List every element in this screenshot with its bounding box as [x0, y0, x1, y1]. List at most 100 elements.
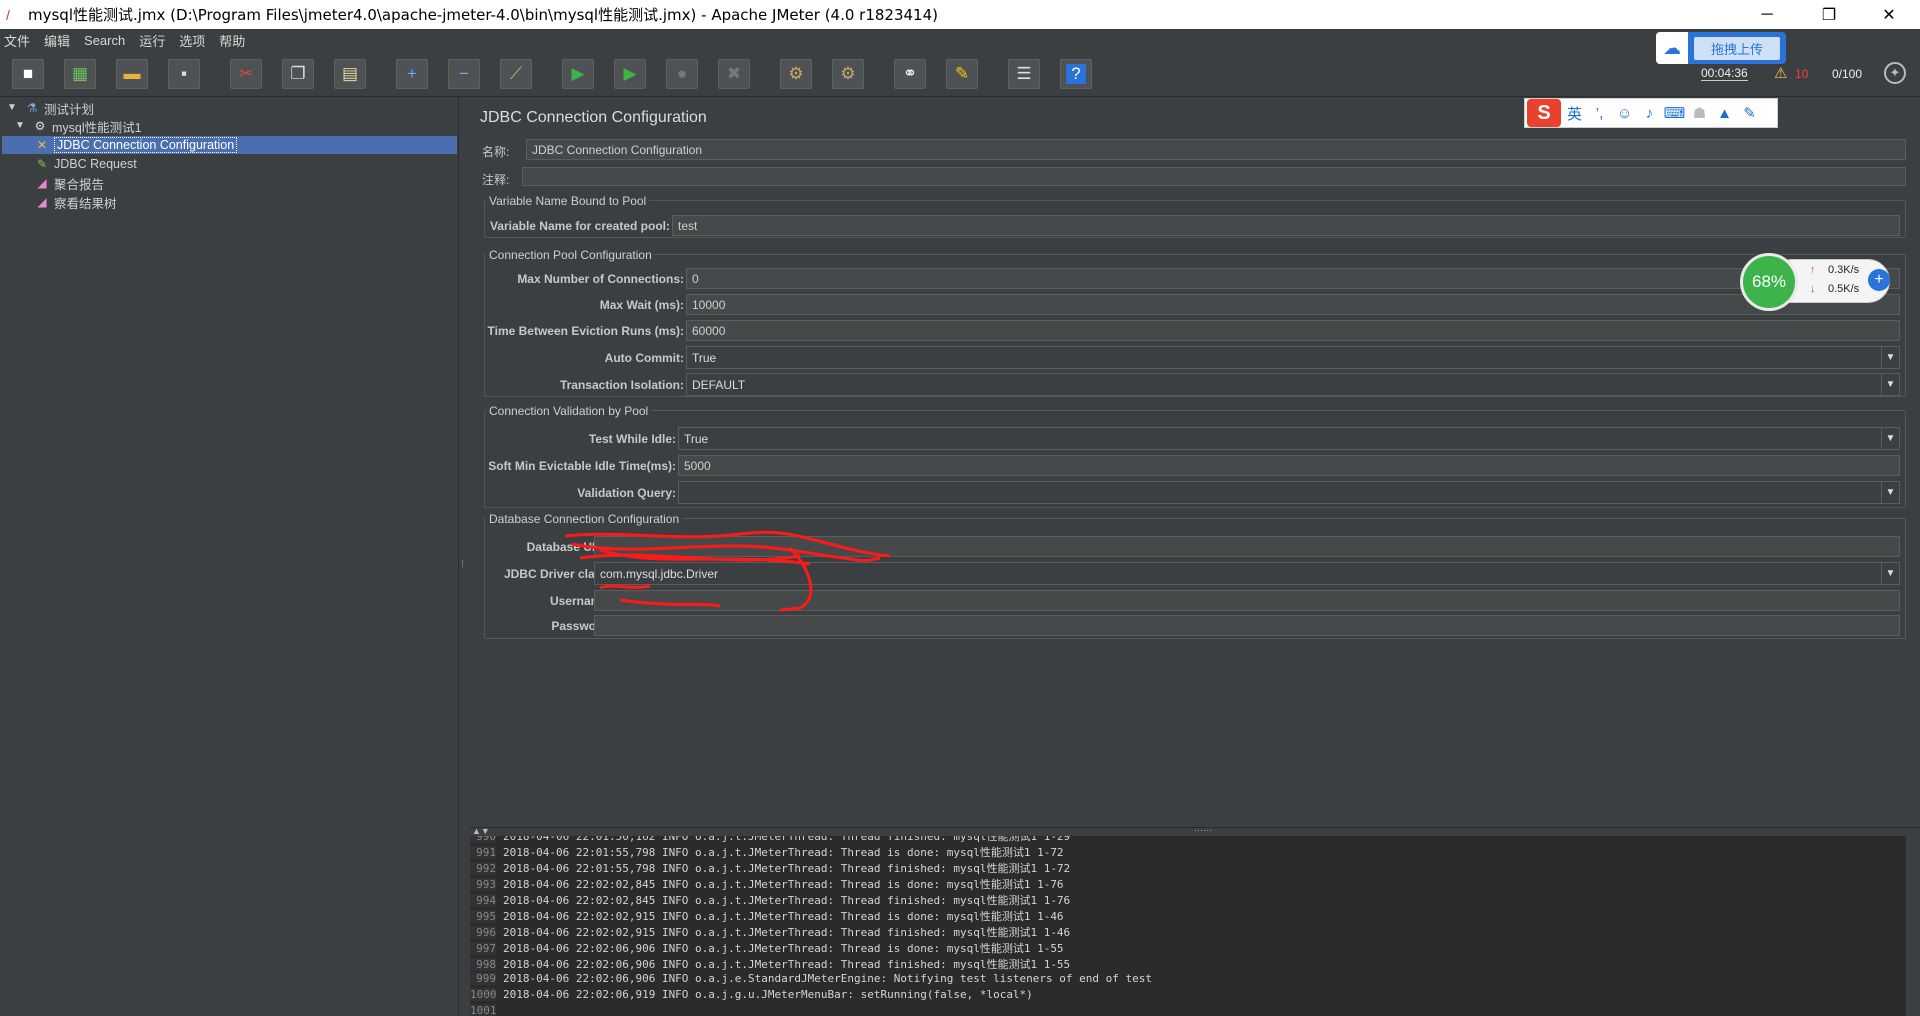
cpu-usage-ball[interactable]: 68%: [1740, 253, 1798, 311]
templates-button[interactable]: ▦: [64, 59, 96, 89]
splitter-grip-icon[interactable]: ⋯⋯: [1194, 825, 1212, 836]
copy-button[interactable]: ❐: [282, 59, 314, 89]
tree-item-test-plan[interactable]: ▼ ⚗ 测试计划: [4, 99, 94, 117]
horizontal-splitter[interactable]: ▲▼ ⋯⋯: [470, 825, 1920, 836]
collapse-all-button[interactable]: −: [448, 59, 480, 89]
reset-search-button[interactable]: ✎: [946, 59, 978, 89]
auto-commit-value: True: [692, 351, 717, 365]
sogou-logo-icon[interactable]: S: [1527, 99, 1561, 127]
validation-query-select[interactable]: ▼: [678, 481, 1900, 504]
start-no-pauses-button[interactable]: ▶: [614, 59, 646, 89]
punctuation-icon[interactable]: ’,: [1588, 105, 1611, 122]
username-input[interactable]: [594, 590, 1900, 611]
tree-item-view-results-tree[interactable]: ◢ 察看结果树: [34, 193, 116, 211]
help-icon: ?: [1066, 64, 1086, 84]
log-panel[interactable]: 990 2018-04-06 22:01:50,162 INFO o.a.j.t.…: [470, 836, 1905, 1016]
ime-mode[interactable]: 英: [1563, 103, 1586, 124]
menu-help[interactable]: 帮助: [219, 31, 245, 50]
log-line-text: 2018-04-06 22:01:55,798 INFO o.a.j.t.JMe…: [503, 862, 1071, 875]
transaction-isolation-select[interactable]: DEFAULT ▼: [686, 373, 1900, 396]
cut-button[interactable]: ✂: [230, 59, 262, 89]
pool-variable-input[interactable]: test: [672, 215, 1900, 236]
copy-icon: ❐: [290, 64, 306, 83]
collapse-arrow-icon[interactable]: ▼: [12, 118, 28, 134]
tree-item-aggregate-report[interactable]: ◢ 聚合报告: [34, 174, 104, 192]
log-line-number: 999: [470, 972, 496, 985]
function-helper-button[interactable]: ☰: [1008, 59, 1040, 89]
net-speed-widget[interactable]: 68% ↑ 0.3K/s ↓ 0.5K/s +: [1740, 253, 1896, 311]
password-input[interactable]: [594, 615, 1900, 636]
name-input[interactable]: JDBC Connection Configuration: [526, 139, 1906, 160]
dropdown-arrow-icon[interactable]: ▼: [1881, 428, 1899, 449]
log-scrollbar[interactable]: [1905, 836, 1920, 1016]
shutdown-button[interactable]: ✖: [718, 59, 750, 89]
soft-min-idle-input[interactable]: 5000: [678, 455, 1900, 476]
vertical-splitter[interactable]: ⁝: [459, 97, 470, 1016]
help-button[interactable]: ?: [1060, 59, 1092, 89]
comment-input[interactable]: [522, 167, 1906, 186]
restore-button[interactable]: ❐: [1806, 0, 1852, 29]
splitter-grip-icon[interactable]: ⁝: [461, 559, 464, 570]
expand-all-button[interactable]: +: [396, 59, 428, 89]
database-url-input[interactable]: [594, 536, 1900, 557]
auto-commit-select[interactable]: True ▼: [686, 346, 1900, 369]
max-wait-input[interactable]: 10000: [686, 294, 1900, 315]
stop-button[interactable]: ●: [666, 59, 698, 89]
test-while-idle-select[interactable]: True ▼: [678, 427, 1900, 450]
log-line-text: 2018-04-06 22:01:55,798 INFO o.a.j.t.JMe…: [503, 846, 1064, 859]
jdbc-driver-select[interactable]: com.mysql.jdbc.Driver ▼: [594, 562, 1900, 585]
dropdown-arrow-icon[interactable]: ▼: [1881, 482, 1899, 503]
voice-icon[interactable]: ♪: [1638, 105, 1661, 122]
pool-variable-label: Variable Name for created pool:: [489, 219, 670, 233]
menu-options[interactable]: 选项: [179, 31, 205, 50]
toolbar: ■ ▦ ▬ ▪ ✂ ❐ ▤ + − ⟋ ▶ ▶ ● ✖ ⚙ ⚙ ⚭ ✎ ☰ ? …: [0, 51, 1920, 97]
dropdown-arrow-icon[interactable]: ▼: [1881, 347, 1899, 368]
jdbc-driver-value: com.mysql.jdbc.Driver: [600, 567, 719, 581]
menu-bar: 文件 编辑 Search 运行 选项 帮助: [0, 29, 1920, 51]
clear-button[interactable]: ⚙: [780, 59, 812, 89]
drag-upload-button[interactable]: ☁ 拖拽上传: [1656, 32, 1786, 64]
log-line-text: 2018-04-06 22:01:50,162 INFO o.a.j.t.JMe…: [503, 836, 1071, 843]
clear-icon: ⚙: [788, 64, 804, 83]
eviction-runs-input[interactable]: 60000: [686, 320, 1900, 341]
new-button[interactable]: ■: [12, 59, 44, 89]
keyboard-icon[interactable]: ⌨: [1663, 104, 1686, 122]
start-button[interactable]: ▶: [562, 59, 594, 89]
accelerate-plus-icon[interactable]: +: [1868, 269, 1890, 291]
menu-run[interactable]: 运行: [139, 31, 165, 50]
menu-file[interactable]: 文件: [4, 31, 30, 50]
log-line-text: 2018-04-06 22:02:02,915 INFO o.a.j.t.JMe…: [503, 926, 1071, 939]
clear-all-button[interactable]: ⚙: [832, 59, 864, 89]
log-line: 996 2018-04-06 22:02:02,915 INFO o.a.j.t.…: [470, 924, 1070, 940]
skin-icon[interactable]: ▲: [1713, 105, 1736, 122]
settings-wrench-icon[interactable]: ✎: [1738, 104, 1761, 122]
save-button[interactable]: ▪: [168, 59, 200, 89]
user-icon[interactable]: ☗: [1688, 104, 1711, 122]
log-line-text: 2018-04-06 22:02:06,919 INFO o.a.j.g.u.J…: [503, 988, 1033, 1001]
dropdown-arrow-icon[interactable]: ▼: [1881, 374, 1899, 395]
max-connections-input[interactable]: 0: [686, 268, 1900, 289]
search-button[interactable]: ⚭: [894, 59, 926, 89]
transaction-isolation-label: Transaction Isolation:: [559, 378, 684, 392]
collapse-arrow-icon[interactable]: ▼: [4, 100, 20, 116]
menu-edit[interactable]: 编辑: [44, 31, 70, 50]
tree-item-thread-group[interactable]: ▼ ⚙ mysql性能测试1: [12, 117, 142, 135]
remote-globe-icon[interactable]: ✦: [1884, 62, 1906, 84]
warning-icon[interactable]: ⚠: [1774, 64, 1787, 82]
menu-search[interactable]: Search: [84, 33, 125, 48]
minimize-button[interactable]: ─: [1744, 0, 1790, 29]
toggle-button[interactable]: ⟋: [500, 59, 532, 89]
config-panel: JDBC Connection Configuration 名称: JDBC C…: [470, 97, 1920, 827]
tree-item-jdbc-request[interactable]: ✎ JDBC Request: [34, 155, 137, 173]
variable-group-title: Variable Name Bound to Pool: [486, 194, 650, 208]
close-button[interactable]: ✕: [1866, 0, 1912, 29]
log-line-number: 995: [470, 910, 496, 923]
log-line-text: 2018-04-06 22:02:02,845 INFO o.a.j.t.JMe…: [503, 878, 1064, 891]
open-button[interactable]: ▬: [116, 59, 148, 89]
tree-item-jdbc-connection-config[interactable]: ✕ JDBC Connection Configuration: [34, 136, 238, 154]
emoji-icon[interactable]: ☺: [1613, 105, 1636, 122]
paste-button[interactable]: ▤: [334, 59, 366, 89]
dropdown-arrow-icon[interactable]: ▼: [1881, 563, 1899, 584]
splitter-arrows-icon[interactable]: ▲▼: [472, 826, 490, 836]
log-line-number: 1001: [470, 1004, 497, 1016]
